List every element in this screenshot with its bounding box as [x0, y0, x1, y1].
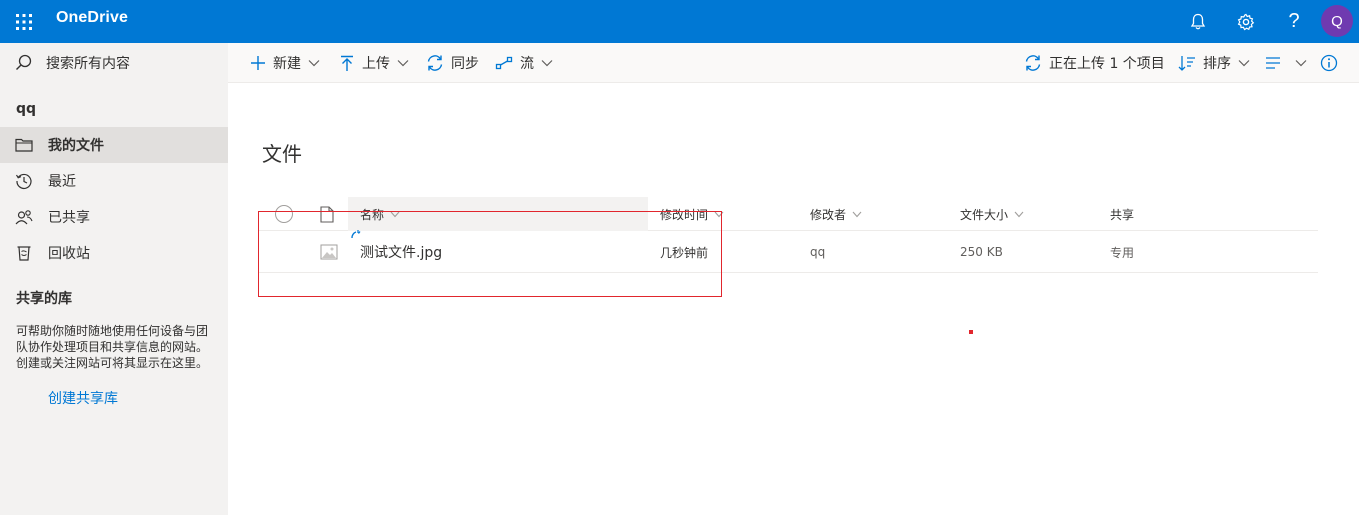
sync-button[interactable]: 同步	[426, 43, 479, 83]
view-options-button[interactable]	[1265, 43, 1307, 83]
shared-libraries-description: 可帮助你随时随地使用任何设备与团队协作处理项目和共享信息的网站。创建或关注网站可…	[16, 324, 209, 370]
file-modified-by[interactable]: qq	[810, 231, 825, 273]
nav-item-my-files[interactable]: 我的文件	[0, 127, 228, 163]
nav-item-shared[interactable]: 已共享	[0, 199, 228, 235]
upload-status-label: 正在上传 1 个项目	[1049, 56, 1165, 72]
nav-item-label: 回收站	[48, 246, 90, 262]
waffle-icon[interactable]	[8, 0, 40, 43]
info-icon[interactable]	[1320, 43, 1338, 83]
upload-button[interactable]: 上传	[339, 43, 409, 83]
chevron-down-icon	[397, 59, 409, 67]
upload-arrow-icon	[339, 55, 355, 72]
column-header-label: 修改者	[810, 207, 847, 222]
chevron-down-icon	[1014, 211, 1024, 218]
sync-label: 同步	[451, 56, 479, 72]
chevron-down-icon	[308, 59, 320, 67]
nav-item-recycle-bin[interactable]: 回收站	[0, 235, 228, 271]
page-title: 文件	[262, 142, 302, 166]
shared-libraries-title: 共享的库	[16, 291, 72, 307]
app-brand[interactable]: OneDrive	[56, 9, 128, 27]
help-glyph: ?	[1288, 10, 1300, 32]
upload-label: 上传	[362, 56, 390, 72]
sync-icon	[426, 54, 444, 72]
column-header-modified-by[interactable]: 修改者	[810, 197, 862, 231]
gear-icon[interactable]	[1228, 0, 1264, 43]
new-button[interactable]: 新建	[250, 43, 320, 83]
search-input[interactable]: 搜索所有内容	[46, 53, 130, 73]
plus-icon	[250, 55, 266, 71]
avatar-initial: Q	[1331, 12, 1343, 30]
sort-button[interactable]: 排序	[1178, 43, 1250, 83]
annotation-dot	[969, 330, 973, 334]
avatar[interactable]: Q	[1321, 5, 1353, 37]
nav-item-label: 已共享	[48, 210, 90, 226]
column-header-label: 共享	[1110, 207, 1135, 222]
top-bar: OneDrive ? Q	[0, 0, 1359, 43]
history-icon	[0, 172, 48, 190]
create-shared-library-link[interactable]: 创建共享库	[48, 388, 118, 408]
command-bar: 新建 上传 同步 流 正在上传 1 个项目 排序	[228, 43, 1359, 83]
people-icon	[0, 208, 48, 226]
file-size: 250 KB	[960, 245, 1003, 259]
chevron-down-icon	[852, 211, 862, 218]
search-icon	[16, 54, 32, 70]
column-header-label: 文件大小	[960, 207, 1009, 222]
chevron-down-icon	[1295, 59, 1307, 67]
sort-icon	[1178, 55, 1196, 71]
nav-item-recent[interactable]: 最近	[0, 163, 228, 199]
recycle-bin-icon	[0, 244, 48, 262]
column-header-sharing[interactable]: 共享	[1110, 197, 1134, 231]
list-view-icon	[1265, 56, 1281, 70]
bell-icon[interactable]	[1180, 0, 1216, 43]
chevron-down-icon	[541, 59, 553, 67]
help-icon[interactable]: ?	[1276, 0, 1312, 43]
sort-label: 排序	[1203, 56, 1231, 72]
flow-label: 流	[520, 56, 534, 72]
flow-button[interactable]: 流	[495, 43, 553, 83]
file-sharing[interactable]: 专用	[1110, 231, 1134, 273]
sync-progress-icon	[1024, 54, 1042, 72]
annotation-box	[258, 211, 722, 297]
new-label: 新建	[273, 56, 301, 72]
left-nav: 搜索所有内容 qq 我的文件 最近 已共享 回收站 共享的库 可帮助你随时随地使…	[0, 43, 228, 515]
search-box[interactable]: 搜索所有内容	[0, 43, 228, 83]
chevron-down-icon	[1238, 59, 1250, 67]
folder-icon	[0, 137, 48, 153]
user-name: qq	[16, 101, 37, 117]
nav-item-label: 最近	[48, 174, 76, 190]
nav-item-label: 我的文件	[48, 138, 104, 154]
flow-icon	[495, 55, 513, 71]
column-header-size[interactable]: 文件大小	[960, 197, 1024, 231]
upload-status[interactable]: 正在上传 1 个项目	[1024, 43, 1165, 83]
